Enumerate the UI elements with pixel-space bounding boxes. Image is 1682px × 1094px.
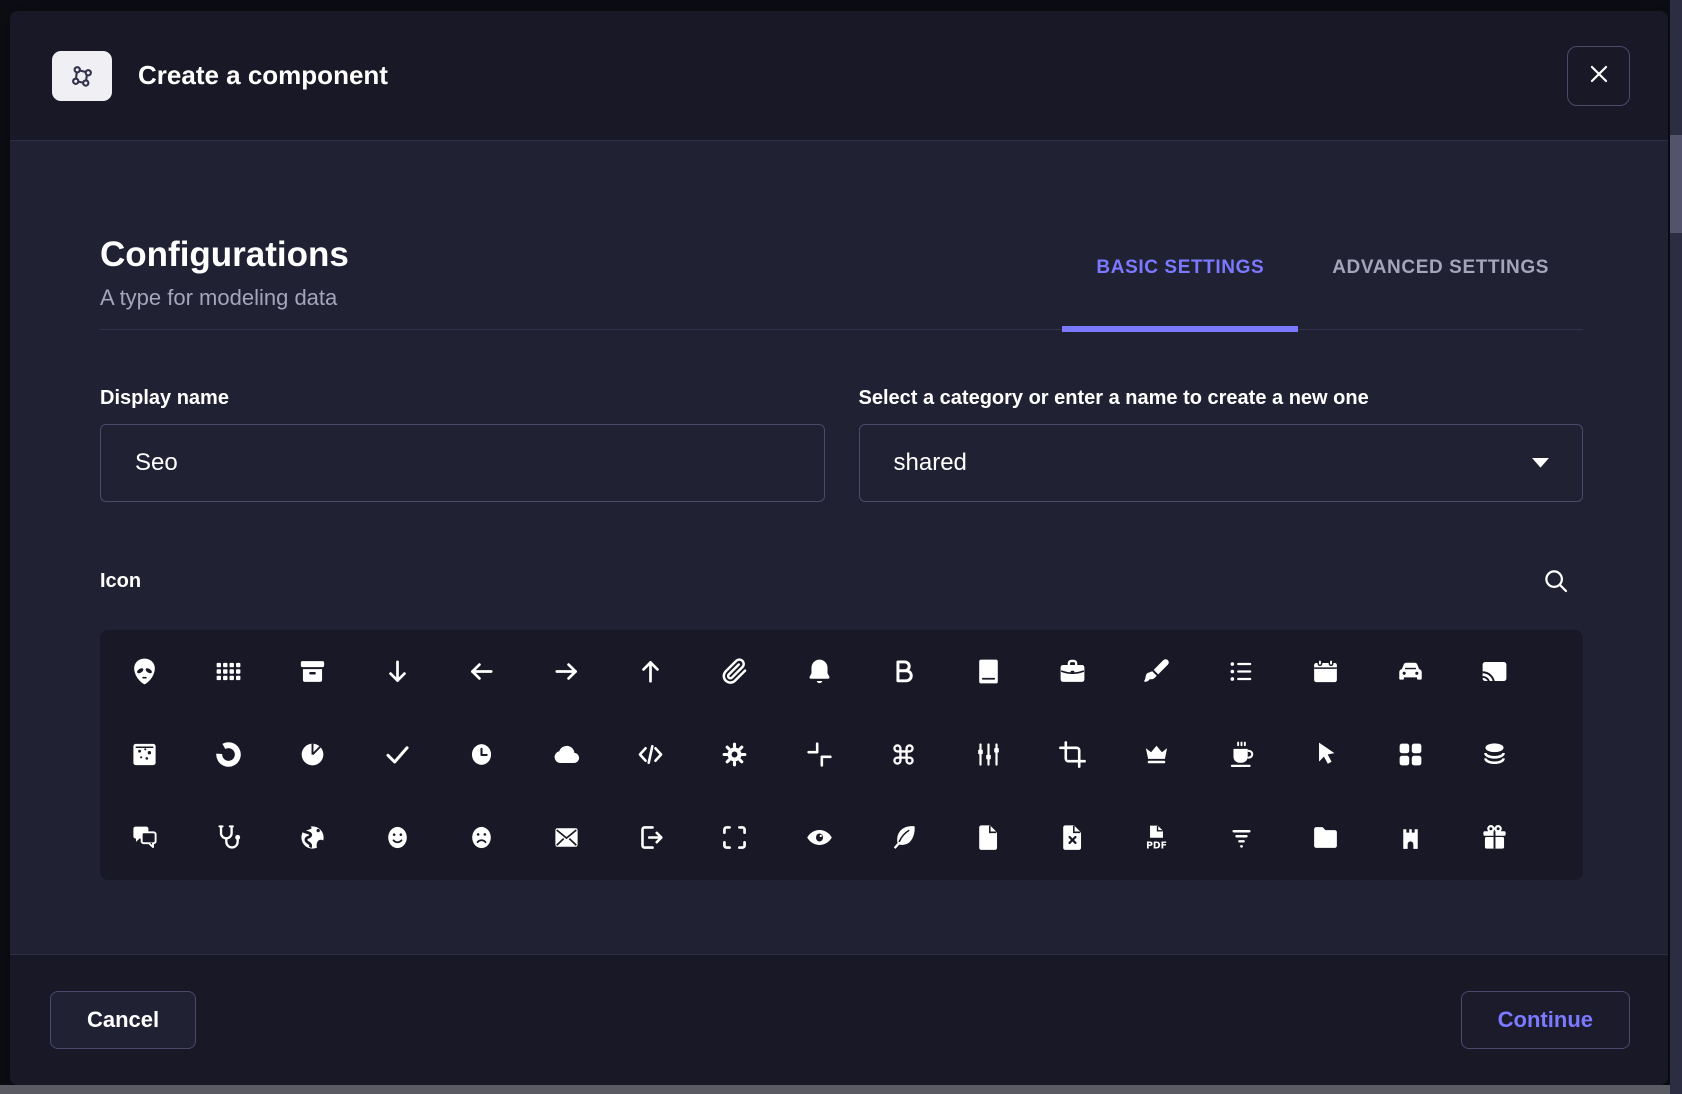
search-icon: [1541, 566, 1571, 596]
icon-option-feather[interactable]: [879, 813, 929, 863]
icon-picker-header: Icon: [100, 566, 1583, 596]
icon-option-alien[interactable]: [119, 646, 169, 696]
icon-option-calendar[interactable]: [1301, 646, 1351, 696]
form-grid: Display name Select a category or enter …: [100, 386, 1583, 502]
icon-option-cup[interactable]: [1216, 730, 1266, 780]
icon-option-clock[interactable]: [457, 730, 507, 780]
icon-option-database[interactable]: [1469, 730, 1519, 780]
icon-option-brush[interactable]: [1132, 646, 1182, 696]
modal-body: Configurations A type for modeling data …: [10, 141, 1668, 954]
icon-option-command[interactable]: [879, 730, 929, 780]
icon-option-arrowUp[interactable]: [626, 646, 676, 696]
tab-basic-settings[interactable]: BASIC SETTINGS: [1062, 257, 1298, 329]
icon-option-expand[interactable]: [710, 813, 760, 863]
icon-picker-label: Icon: [100, 569, 141, 593]
icon-option-apps[interactable]: [204, 646, 254, 696]
category-select-value: shared: [894, 449, 967, 477]
modal-title: Create a component: [138, 60, 388, 91]
icon-option-arrowLeft[interactable]: [457, 646, 507, 696]
icon-option-chartCircle[interactable]: [204, 730, 254, 780]
caret-down-icon: [1527, 449, 1554, 476]
icon-option-gift[interactable]: [1469, 813, 1519, 863]
create-component-modal: Create a component Configurations A type…: [10, 11, 1668, 1085]
icon-option-folder[interactable]: [1301, 813, 1351, 863]
continue-button[interactable]: Continue: [1461, 991, 1630, 1049]
display-name-field-group: Display name: [100, 386, 825, 502]
icon-option-connector[interactable]: [963, 730, 1013, 780]
icon-option-dashboard[interactable]: [1385, 730, 1435, 780]
icon-search-button[interactable]: [1541, 566, 1571, 596]
icon-option-crown[interactable]: [1132, 730, 1182, 780]
svg-text:PDF: PDF: [1146, 841, 1167, 852]
category-field-group: Select a category or enter a name to cre…: [859, 386, 1584, 502]
icon-option-discuss[interactable]: [119, 813, 169, 863]
icon-option-bell[interactable]: [794, 646, 844, 696]
page-subtitle: A type for modeling data: [100, 285, 349, 329]
modal-footer: Cancel Continue: [10, 954, 1668, 1085]
icon-option-eye[interactable]: [794, 813, 844, 863]
section-header: Configurations A type for modeling data …: [100, 233, 1583, 330]
icon-option-emotionHappy[interactable]: [372, 813, 422, 863]
icon-option-exit[interactable]: [626, 813, 676, 863]
icon-option-archive[interactable]: [288, 646, 338, 696]
icon-option-cog[interactable]: [710, 730, 760, 780]
category-label: Select a category or enter a name to cre…: [859, 386, 1584, 410]
icon-option-briefcase[interactable]: [1047, 646, 1097, 696]
icon-grid: PDF: [100, 630, 1583, 880]
cancel-button[interactable]: Cancel: [50, 991, 196, 1049]
icon-option-arrowDown[interactable]: [372, 646, 422, 696]
icon-option-code[interactable]: [626, 730, 676, 780]
icon-option-cloud[interactable]: [541, 730, 591, 780]
page-title: Configurations: [100, 233, 349, 277]
icon-option-chartPie[interactable]: [288, 730, 338, 780]
icon-option-crop[interactable]: [1047, 730, 1097, 780]
section-titles: Configurations A type for modeling data: [100, 233, 349, 329]
icon-option-gate[interactable]: [1385, 813, 1435, 863]
icon-option-arrowRight[interactable]: [541, 646, 591, 696]
icon-option-bold[interactable]: [879, 646, 929, 696]
icon-option-car[interactable]: [1385, 646, 1435, 696]
icon-option-file[interactable]: [963, 813, 1013, 863]
icon-option-book[interactable]: [963, 646, 1013, 696]
icon-option-bulletList[interactable]: [1216, 646, 1266, 696]
display-name-label: Display name: [100, 386, 825, 410]
page-background-strip: [0, 1085, 1670, 1094]
icon-option-emotionUnhappy[interactable]: [457, 813, 507, 863]
display-name-input[interactable]: [100, 424, 825, 502]
icon-option-doctor[interactable]: [204, 813, 254, 863]
icon-option-check[interactable]: [372, 730, 422, 780]
icon-option-envelop[interactable]: [541, 813, 591, 863]
icon-option-filter[interactable]: [1216, 813, 1266, 863]
close-icon: [1586, 61, 1612, 90]
icon-option-cast[interactable]: [1469, 646, 1519, 696]
tab-advanced-settings[interactable]: ADVANCED SETTINGS: [1298, 257, 1583, 329]
page-scrollbar-thumb[interactable]: [1670, 135, 1682, 233]
component-icon: [52, 51, 112, 101]
icon-option-attachment[interactable]: [710, 646, 760, 696]
icon-option-collapse[interactable]: [794, 730, 844, 780]
icon-option-fileError[interactable]: [1047, 813, 1097, 863]
category-select[interactable]: shared: [859, 424, 1584, 502]
settings-tabs: BASIC SETTINGS ADVANCED SETTINGS: [1062, 257, 1583, 329]
modal-header: Create a component: [10, 11, 1668, 141]
icon-option-earth[interactable]: [288, 813, 338, 863]
icon-option-cursor[interactable]: [1301, 730, 1351, 780]
icon-option-chartBubble[interactable]: [119, 730, 169, 780]
icon-option-filePdf[interactable]: PDF: [1132, 813, 1182, 863]
close-button[interactable]: [1567, 46, 1630, 106]
